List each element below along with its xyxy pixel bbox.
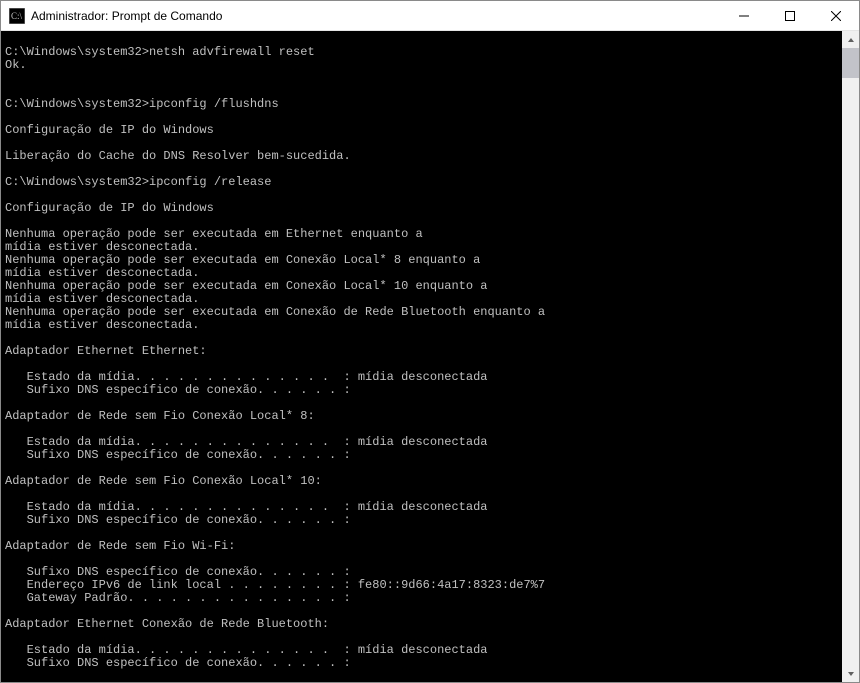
cmd-icon: C:\ xyxy=(9,8,25,24)
scroll-down-button[interactable] xyxy=(842,665,859,682)
terminal-line: Adaptador Ethernet Ethernet: xyxy=(5,345,838,358)
terminal-line: Gateway Padrão. . . . . . . . . . . . . … xyxy=(5,592,838,605)
titlebar[interactable]: C:\ Administrador: Prompt de Comando xyxy=(1,1,859,31)
terminal-line: C:\Windows\system32>ipconfig /release xyxy=(5,176,838,189)
scroll-track[interactable] xyxy=(842,48,859,665)
terminal-line: C:\Windows\system32>netsh advfirewall re… xyxy=(5,46,838,59)
window-title: Administrador: Prompt de Comando xyxy=(31,9,721,23)
terminal-line: Liberação do Cache do DNS Resolver bem-s… xyxy=(5,150,838,163)
terminal-line: Adaptador de Rede sem Fio Wi-Fi: xyxy=(5,540,838,553)
terminal-line: Configuração de IP do Windows xyxy=(5,124,838,137)
terminal-line: Configuração de IP do Windows xyxy=(5,202,838,215)
terminal-line: Ok. xyxy=(5,59,838,72)
scroll-up-button[interactable] xyxy=(842,31,859,48)
terminal-line: Sufixo DNS específico de conexão. . . . … xyxy=(5,657,838,670)
minimize-button[interactable] xyxy=(721,1,767,30)
terminal-line: C:\Windows\system32>ipconfig /flushdns xyxy=(5,98,838,111)
terminal-line: mídia estiver desconectada. xyxy=(5,319,838,332)
terminal-line: Adaptador Ethernet Conexão de Rede Bluet… xyxy=(5,618,838,631)
scroll-thumb[interactable] xyxy=(842,48,859,78)
svg-text:C:\: C:\ xyxy=(11,11,23,21)
terminal-line: Adaptador de Rede sem Fio Conexão Local*… xyxy=(5,410,838,423)
maximize-button[interactable] xyxy=(767,1,813,30)
close-button[interactable] xyxy=(813,1,859,30)
command-prompt-window: C:\ Administrador: Prompt de Comando C:\… xyxy=(0,0,860,683)
terminal-line: Sufixo DNS específico de conexão. . . . … xyxy=(5,514,838,527)
terminal-line: Adaptador de Rede sem Fio Conexão Local*… xyxy=(5,475,838,488)
vertical-scrollbar[interactable] xyxy=(842,31,859,682)
terminal-line xyxy=(5,72,838,85)
terminal-output[interactable]: C:\Windows\system32>netsh advfirewall re… xyxy=(1,31,842,682)
terminal-line: Sufixo DNS específico de conexão. . . . … xyxy=(5,384,838,397)
terminal-line: Sufixo DNS específico de conexão. . . . … xyxy=(5,449,838,462)
window-controls xyxy=(721,1,859,30)
content-area: C:\Windows\system32>netsh advfirewall re… xyxy=(1,31,859,682)
